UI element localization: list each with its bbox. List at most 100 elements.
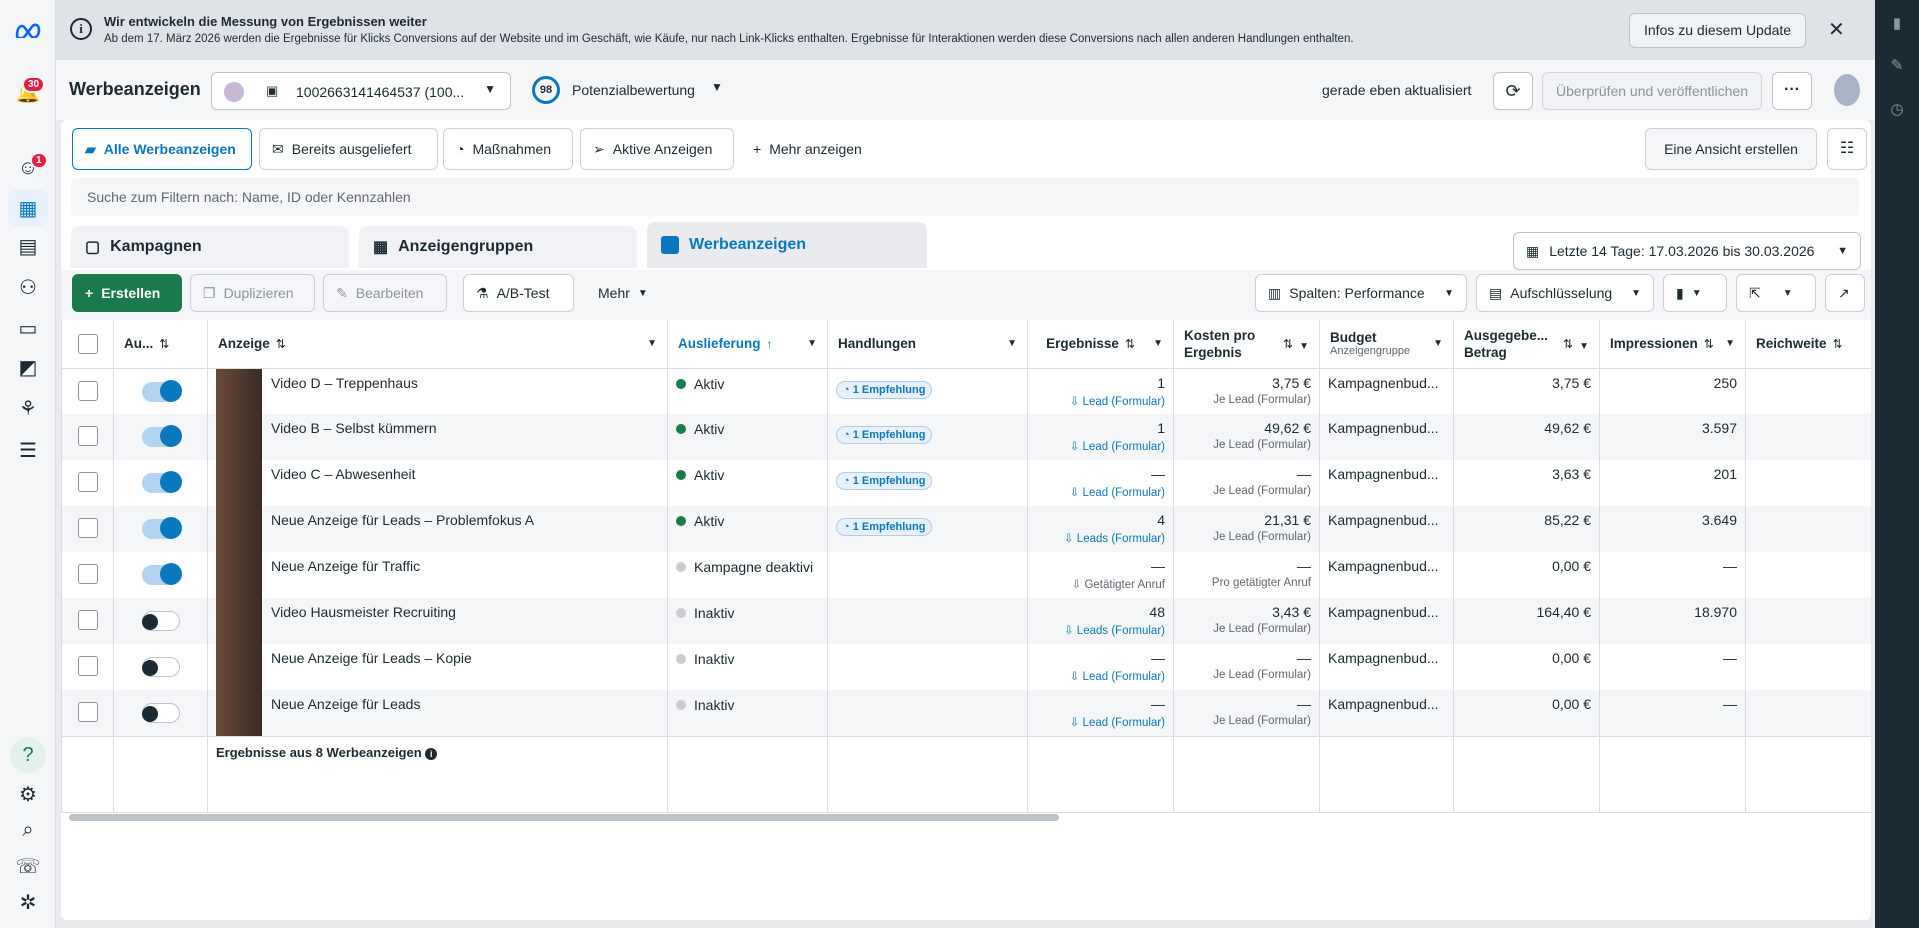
status-toggle[interactable] (141, 517, 182, 539)
row-checkbox[interactable] (77, 656, 98, 676)
table-row[interactable]: Video B – Selbst kümmern Aktiv ◔ 1 Empfe… (61, 414, 1871, 460)
history-icon[interactable]: ◷ (1887, 100, 1907, 120)
chevron-down-icon[interactable]: ▼ (647, 338, 657, 349)
sort-icon[interactable]: ⇅ (1283, 336, 1293, 353)
status-toggle[interactable] (141, 657, 180, 677)
budget-value[interactable]: Kampagnenbud... (1328, 650, 1445, 666)
create-button[interactable]: + Erstellen (72, 274, 182, 312)
bug-report-icon[interactable]: ✲ (8, 884, 48, 920)
ad-name[interactable]: Neue Anzeige für Leads – Problemfokus A (271, 512, 534, 528)
budget-value[interactable]: Kampagnenbud... (1328, 558, 1445, 574)
more-dropdown[interactable]: Mehr ▼ (586, 274, 666, 312)
status-toggle[interactable] (141, 425, 182, 447)
breakdown-selector[interactable]: ▤ Aufschlüsselung ▼ (1476, 274, 1654, 312)
chevron-down-icon[interactable]: ▼ (1007, 338, 1017, 349)
settings-icon[interactable]: ⚙ (8, 776, 48, 812)
more-options-button[interactable]: ··· (1772, 72, 1812, 110)
chevron-down-icon[interactable]: ▼ (1299, 338, 1309, 355)
ad-name[interactable]: Video Hausmeister Recruiting (271, 604, 456, 620)
ad-cell[interactable]: Video Hausmeister Recruiting (207, 598, 668, 644)
sort-icon[interactable]: ⇅ (1563, 336, 1573, 353)
row-checkbox[interactable] (77, 380, 98, 401)
ad-name[interactable]: Neue Anzeige für Leads (271, 696, 420, 712)
recommendation-badge[interactable]: ◔ 1 Empfehlung (836, 380, 933, 399)
select-all-checkbox[interactable] (77, 333, 98, 354)
sort-icon[interactable]: ⇅ (1125, 337, 1135, 351)
budget-value[interactable]: Kampagnenbud... (1328, 466, 1445, 482)
view-actions[interactable]: ◔ Maßnahmen (443, 128, 573, 170)
chevron-down-icon[interactable]: ▼ (807, 338, 817, 349)
recommendation-badge[interactable]: ◔ 1 Empfehlung (836, 472, 933, 490)
column-results[interactable]: Ergebnisse ⇅ ▼ (1027, 320, 1174, 369)
budget-value[interactable]: Kampagnenbud... (1328, 604, 1445, 620)
date-range-selector[interactable]: ▦ Letzte 14 Tage: 17.03.2026 bis 30.03.2… (1513, 232, 1861, 270)
ad-cell[interactable]: Neue Anzeige für Leads (207, 690, 668, 736)
ads-manager-table-icon[interactable]: ▦ (8, 190, 48, 226)
table-row[interactable]: Video D – Treppenhaus Aktiv ◔ 1 Empfehlu… (61, 368, 1871, 415)
create-view-button[interactable]: Eine Ansicht erstellen (1645, 128, 1817, 170)
tab-adsets[interactable]: ▦ Anzeigengruppen (359, 226, 637, 268)
ad-cell[interactable]: Neue Anzeige für Leads – Problemfokus A (207, 506, 668, 552)
column-ad[interactable]: Anzeige ⇅ ▼ (207, 320, 668, 369)
table-row[interactable]: Neue Anzeige für Leads Inaktiv — ⇩ Lead (… (61, 690, 1871, 736)
budget-value[interactable]: Kampagnenbud... (1328, 696, 1445, 712)
support-icon[interactable]: ☏ (8, 848, 48, 884)
sort-up-icon[interactable]: ↑ (767, 337, 773, 351)
filter-settings-icon[interactable]: ☷ (1827, 128, 1867, 170)
column-actions[interactable]: Handlungen ▼ (827, 320, 1028, 369)
status-toggle[interactable] (141, 611, 180, 631)
edit-icon[interactable]: ✎ (1887, 56, 1907, 76)
sort-icon[interactable]: ⇅ (276, 337, 286, 351)
column-impressions[interactable]: Impressionen ⇅ ▼ (1599, 320, 1746, 369)
sort-icon[interactable]: ⇅ (159, 337, 169, 351)
chevron-down-icon[interactable]: ▼ (711, 80, 723, 94)
menu-icon[interactable]: ☰ (8, 432, 48, 468)
chevron-down-icon[interactable]: ▼ (1579, 338, 1589, 355)
ad-cell[interactable]: Video B – Selbst kümmern (207, 414, 668, 460)
ad-cell[interactable]: Neue Anzeige für Traffic (207, 552, 668, 598)
budget-value[interactable]: Kampagnenbud... (1328, 512, 1445, 528)
column-budget[interactable]: Budget Anzeigengruppe ▼ (1319, 320, 1454, 369)
row-checkbox[interactable] (77, 702, 98, 722)
ad-cell[interactable]: Video C – Abwesenheit (207, 460, 668, 506)
ad-name[interactable]: Video C – Abwesenheit (271, 466, 416, 482)
search-icon[interactable]: ⌕ (8, 812, 48, 848)
ad-name[interactable]: Video B – Selbst kümmern (271, 420, 437, 436)
ad-cell[interactable]: Video D – Treppenhaus (207, 368, 668, 415)
budget-value[interactable]: Kampagnenbud... (1328, 420, 1445, 436)
row-checkbox[interactable] (77, 610, 98, 630)
chart-icon[interactable]: ▮ (1887, 14, 1907, 34)
update-info-button[interactable]: Infos zu diesem Update (1629, 13, 1807, 48)
view-all-ads[interactable]: ▰ Alle Werbeanzeigen (72, 128, 252, 170)
ad-cell[interactable]: Neue Anzeige für Leads – Kopie (207, 644, 668, 690)
column-delivery[interactable]: Auslieferung ↑ ▼ (667, 320, 828, 369)
score-badge[interactable]: 98 (532, 76, 560, 104)
help-icon[interactable]: ? (10, 737, 46, 773)
row-checkbox[interactable] (77, 472, 98, 492)
reports-icon[interactable]: ▤ (8, 228, 48, 264)
recommendation-badge[interactable]: ◔ 1 Empfehlung (836, 426, 933, 444)
ad-name[interactable]: Video D – Treppenhaus (271, 375, 418, 391)
audiences-icon[interactable]: ⚇ (8, 269, 48, 305)
tab-ads[interactable]: Werbeanzeigen (647, 222, 927, 268)
status-toggle[interactable] (141, 379, 182, 402)
horizontal-scrollbar[interactable] (69, 814, 1059, 821)
sort-icon[interactable]: ⇅ (1704, 337, 1714, 351)
ad-name[interactable]: Neue Anzeige für Traffic (271, 558, 420, 574)
table-row[interactable]: Video Hausmeister Recruiting Inaktiv 48 ⇩… (61, 598, 1871, 644)
status-toggle[interactable] (141, 703, 180, 723)
budget-value[interactable]: Kampagnenbud... (1328, 375, 1445, 391)
reports-dropdown[interactable]: ▮ ▼ (1663, 274, 1727, 312)
column-reach[interactable]: Reichweite ⇅ (1745, 320, 1871, 369)
search-input[interactable] (71, 178, 1859, 216)
tab-campaigns[interactable]: ▢ Kampagnen (71, 226, 349, 268)
chevron-down-icon[interactable]: ▼ (1725, 338, 1735, 349)
view-active[interactable]: ➢ Aktive Anzeigen (580, 128, 734, 170)
view-more[interactable]: + Mehr anzeigen (741, 128, 891, 170)
business-icon[interactable]: ⚘ (8, 390, 48, 426)
score-label[interactable]: Potenzialbewertung (572, 82, 695, 98)
meta-logo-icon[interactable] (8, 12, 48, 48)
refresh-button[interactable]: ⟳ (1493, 72, 1533, 110)
avatar[interactable] (1834, 74, 1860, 106)
duplicate-button[interactable]: ❐ Duplizieren (190, 274, 315, 312)
